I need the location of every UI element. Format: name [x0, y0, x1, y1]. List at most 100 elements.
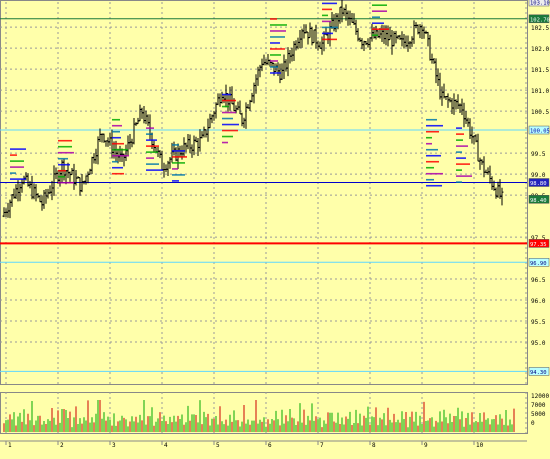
profile-mark — [58, 163, 70, 166]
profile-mark — [10, 172, 16, 174]
profile-mark — [58, 145, 72, 148]
profile-mark — [222, 135, 233, 138]
profile-mark — [112, 160, 118, 163]
price-axis-tick-label: 100.5 — [531, 109, 549, 116]
profile-mark — [322, 8, 332, 11]
profile-mark — [222, 99, 236, 102]
profile-mark — [146, 163, 159, 165]
profile-mark — [426, 142, 432, 145]
profile-mark — [270, 54, 281, 56]
price-marker-label: 97.35 — [530, 242, 547, 248]
profile-mark — [58, 157, 68, 160]
profile-mark — [10, 154, 17, 156]
profile-mark — [112, 118, 120, 121]
profile-mark — [10, 166, 24, 168]
profile-mark — [426, 160, 439, 163]
volume-axis-tick-label: 12000 — [531, 393, 549, 400]
profile-mark — [222, 123, 239, 126]
price-axis-tick-label: 95.5 — [531, 319, 546, 326]
profile-mark — [58, 175, 65, 178]
profile-mark — [222, 93, 231, 96]
profile-mark — [172, 174, 185, 176]
date-axis-label: 3 — [112, 442, 116, 449]
date-axis-label: 10 — [476, 442, 484, 449]
profile-mark — [112, 136, 121, 139]
profile-mark — [426, 118, 437, 121]
profile-mark — [112, 172, 124, 175]
profile-mark — [58, 181, 74, 184]
profile-mark — [58, 151, 74, 154]
price-marker-label: 100.05 — [530, 129, 550, 135]
profile-mark — [10, 178, 26, 180]
price-axis-tick-label: 101.5 — [531, 67, 549, 74]
profile-mark — [270, 30, 286, 32]
profile-mark — [172, 156, 187, 158]
profile-mark — [270, 48, 285, 50]
profile-mark — [222, 111, 236, 114]
profile-mark — [456, 157, 466, 159]
profile-mark — [426, 148, 438, 151]
profile-mark — [322, 20, 331, 23]
profile-mark — [10, 160, 24, 162]
profile-mark — [58, 139, 72, 142]
profile-mark — [112, 154, 129, 157]
profile-mark — [322, 14, 328, 17]
profile-mark — [146, 151, 158, 153]
date-axis-label: 4 — [164, 442, 168, 449]
profile-mark — [372, 34, 378, 36]
profile-mark — [322, 26, 338, 29]
price-marker-label: 98.80 — [530, 181, 547, 187]
profile-mark — [146, 145, 159, 147]
profile-mark — [112, 124, 122, 127]
profile-mark — [222, 117, 233, 120]
profile-mark — [270, 18, 277, 20]
profile-mark — [112, 130, 120, 133]
profile-mark — [146, 169, 163, 171]
price-chart[interactable]: 102.5102.0101.5101.0100.599.599.098.597.… — [0, 0, 550, 459]
profile-mark — [146, 133, 153, 135]
price-marker-label: 98.40 — [530, 198, 547, 204]
profile-mark — [270, 72, 281, 74]
date-axis-label: 9 — [424, 442, 428, 449]
profile-mark — [172, 180, 179, 182]
profile-mark — [426, 166, 434, 169]
profile-mark — [270, 42, 280, 44]
price-axis-tick-label: 99.5 — [531, 151, 546, 158]
price-axis-tick-label: 95.0 — [531, 340, 546, 347]
profile-mark — [456, 169, 462, 171]
price-axis-tick-label: 96.0 — [531, 298, 546, 305]
profile-mark — [426, 130, 439, 133]
profile-mark — [322, 32, 333, 35]
profile-mark — [58, 169, 66, 172]
profile-mark — [426, 178, 434, 181]
profile-mark — [112, 166, 123, 169]
profile-mark — [270, 60, 278, 62]
profile-mark — [456, 145, 468, 147]
profile-mark — [456, 163, 470, 165]
profile-mark — [322, 2, 337, 5]
price-marker-label: 103.10 — [530, 1, 550, 7]
date-axis-label: 1 — [8, 442, 12, 449]
volume-axis-tick-label: 0 — [531, 420, 535, 427]
profile-mark — [222, 129, 238, 132]
profile-mark — [222, 105, 229, 108]
profile-mark — [456, 133, 464, 135]
profile-mark — [222, 141, 228, 144]
price-axis-tick-label: 99.0 — [531, 172, 546, 179]
profile-mark — [172, 144, 179, 146]
profile-mark — [456, 139, 463, 141]
profile-mark — [426, 154, 441, 157]
profile-mark — [372, 22, 384, 24]
profile-mark — [112, 148, 128, 151]
profile-mark — [456, 151, 462, 153]
profile-mark — [456, 175, 472, 177]
price-axis-tick-label: 96.5 — [531, 277, 546, 284]
profile-mark — [146, 139, 157, 141]
price-marker-label: 94.30 — [530, 370, 547, 376]
profile-mark — [146, 127, 154, 129]
profile-mark — [372, 28, 389, 30]
profile-mark — [270, 24, 287, 26]
profile-mark — [172, 150, 185, 152]
profile-mark — [456, 127, 462, 129]
profile-mark — [172, 168, 178, 170]
